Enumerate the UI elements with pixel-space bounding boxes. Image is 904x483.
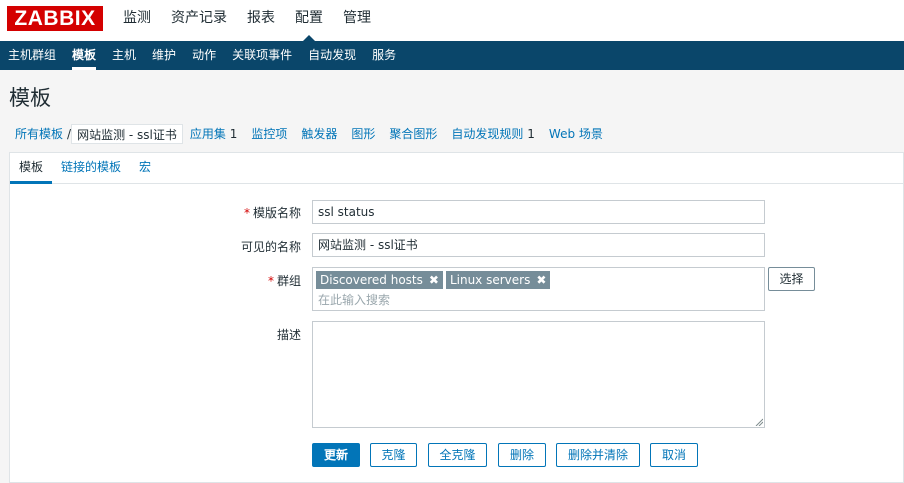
cancel-button[interactable]: 取消	[650, 443, 698, 467]
tab-template[interactable]: 模板	[10, 153, 53, 184]
nav-graphs[interactable]: 图形	[344, 124, 382, 144]
template-name-input[interactable]: ssl status	[312, 200, 765, 224]
tab-linked-templates[interactable]: 链接的模板	[52, 153, 130, 183]
main-menu-inventory[interactable]: 资产记录	[161, 0, 237, 41]
group-chip: Linux servers ✖	[445, 271, 551, 289]
sub-menu: 主机群组 模板 主机 维护 动作 关联项事件 自动发现 服务	[0, 41, 904, 70]
nav-applications-label: 应用集	[189, 127, 226, 141]
groups-label-text: 群组	[276, 274, 301, 288]
required-mark: *	[243, 206, 250, 220]
main-menu: 监测 资产记录 报表 配置 管理	[113, 0, 381, 41]
nav-web-scenarios[interactable]: Web 场景	[542, 124, 610, 144]
main-menu-reports[interactable]: 报表	[237, 0, 285, 41]
sub-menu-templates[interactable]: 模板	[64, 41, 104, 70]
template-name-label: * 模版名称	[244, 204, 301, 221]
nav-triggers[interactable]: 触发器	[294, 124, 344, 144]
tab-macros[interactable]: 宏	[130, 153, 160, 183]
top-bar: ZABBIX 监测 资产记录 报表 配置 管理	[0, 0, 904, 41]
main-menu-configuration[interactable]: 配置	[285, 0, 333, 41]
main-menu-monitoring[interactable]: 监测	[113, 0, 161, 41]
visible-name-input[interactable]: 网站监测 - ssl证书	[312, 233, 765, 257]
sub-menu-maintenance[interactable]: 维护	[144, 41, 184, 70]
nav-discovery-label: 自动发现规则	[451, 127, 524, 141]
close-icon[interactable]: ✖	[536, 271, 546, 289]
page-title: 模板	[9, 86, 51, 110]
group-chips: Discovered hosts ✖ Linux servers ✖	[316, 271, 553, 289]
full-clone-button[interactable]: 全克隆	[428, 443, 487, 467]
nav-discovery-count: 1	[527, 127, 535, 141]
required-mark: *	[267, 274, 274, 288]
delete-button[interactable]: 删除	[498, 443, 546, 467]
sub-menu-discovery[interactable]: 自动发现	[300, 41, 364, 70]
groups-multiselect[interactable]: Discovered hosts ✖ Linux servers ✖ 在此输入搜…	[312, 267, 765, 311]
groups-select-button[interactable]: 选择	[768, 267, 815, 291]
clone-button[interactable]: 克隆	[370, 443, 417, 467]
close-icon[interactable]: ✖	[429, 271, 439, 289]
breadcrumb: 所有模板 / 网站监测 - ssl证书 应用集 1 监控项 触发器 图形 聚合图…	[0, 118, 904, 150]
resize-grip-icon[interactable]	[755, 418, 763, 426]
group-chip: Discovered hosts ✖	[316, 271, 443, 289]
nav-applications-count: 1	[229, 127, 238, 141]
sub-menu-actions[interactable]: 动作	[184, 41, 224, 70]
main-menu-administration[interactable]: 管理	[333, 0, 381, 41]
breadcrumb-current-template[interactable]: 网站监测 - ssl证书	[71, 124, 183, 144]
sub-menu-services[interactable]: 服务	[364, 41, 404, 70]
template-form-panel: 模板 链接的模板 宏 * 模版名称 ssl status 可见的名称 网站监测 -…	[9, 152, 904, 483]
visible-name-label: 可见的名称	[240, 240, 301, 254]
zabbix-logo[interactable]: ZABBIX	[7, 6, 103, 31]
sub-menu-event-correlation[interactable]: 关联项事件	[224, 41, 300, 70]
description-label: 描述	[276, 328, 301, 342]
template-name-label-text: 模版名称	[252, 206, 301, 220]
tab-bar: 模板 链接的模板 宏	[10, 153, 903, 184]
sub-menu-hosts[interactable]: 主机	[104, 41, 144, 70]
nav-screens[interactable]: 聚合图形	[382, 124, 444, 144]
groups-search-input[interactable]: 在此输入搜索	[318, 291, 390, 308]
nav-discovery-rules[interactable]: 自动发现规则 1	[444, 124, 541, 144]
group-chip-label: Discovered hosts	[320, 273, 423, 287]
sub-menu-host-groups[interactable]: 主机群组	[0, 41, 64, 70]
delete-and-clear-button[interactable]: 删除并清除	[556, 443, 640, 467]
breadcrumb-all-templates[interactable]: 所有模板	[8, 124, 70, 144]
description-textarea[interactable]	[312, 321, 765, 428]
group-chip-label: Linux servers	[449, 273, 531, 287]
nav-applications[interactable]: 应用集 1	[183, 124, 244, 144]
groups-label: * 群组	[268, 272, 301, 289]
nav-items[interactable]: 监控项	[244, 124, 294, 144]
update-button[interactable]: 更新	[312, 443, 360, 467]
